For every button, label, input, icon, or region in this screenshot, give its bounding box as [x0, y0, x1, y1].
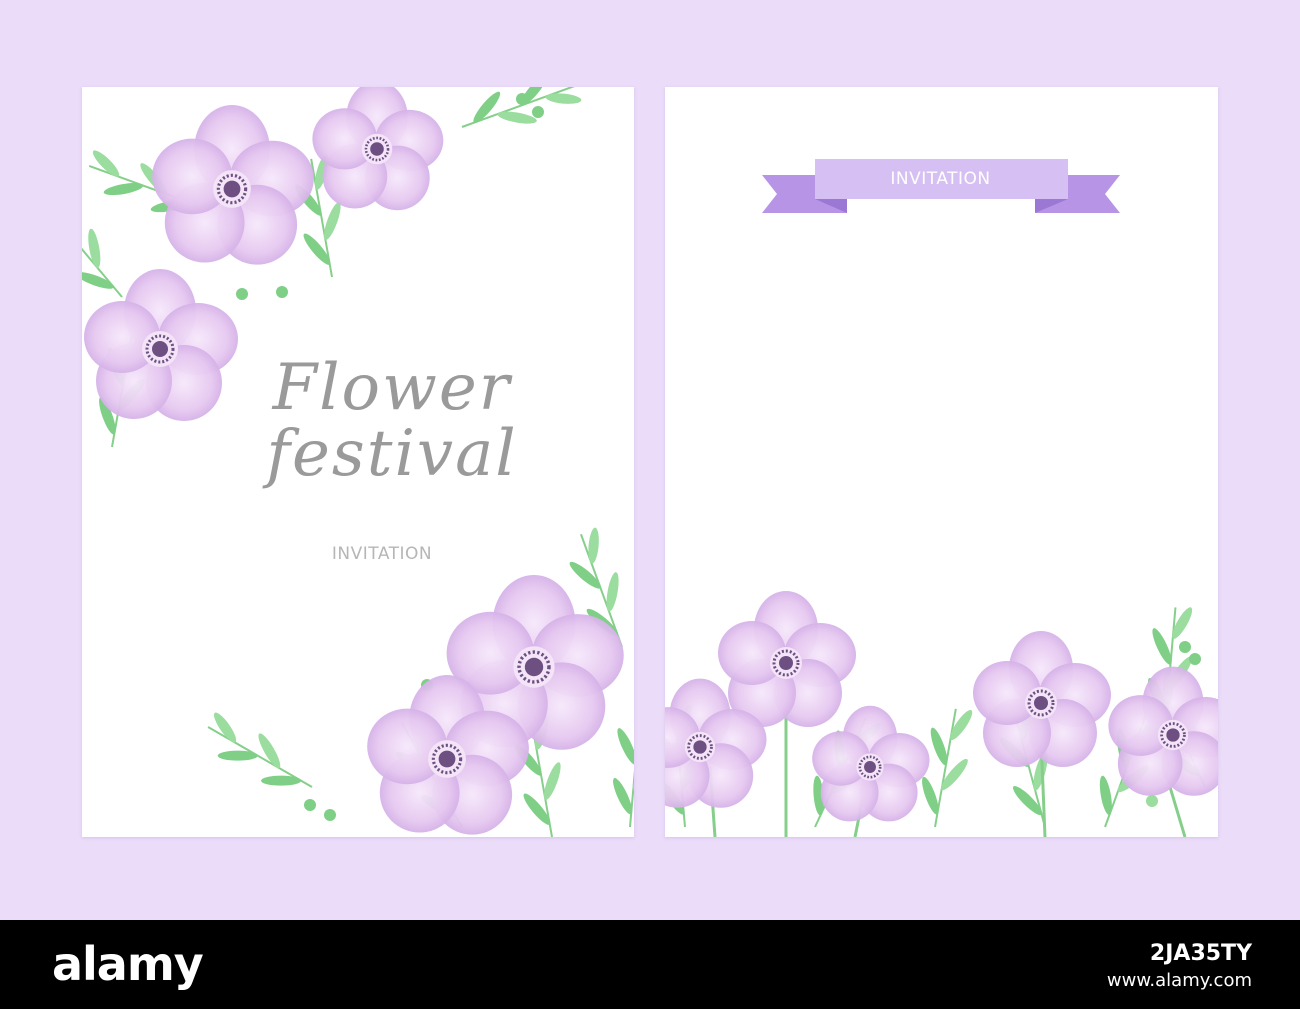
title-line-1: Flower — [272, 351, 512, 425]
anemone-flower — [1106, 665, 1218, 798]
watermark-url: www.alamy.com — [1106, 970, 1252, 991]
ribbon-label: INVITATION — [890, 169, 991, 189]
page-title: Flower festival — [232, 355, 552, 487]
anemone-flower — [716, 589, 858, 729]
title-line-2: festival — [266, 417, 518, 491]
watermark-logo: alamy — [52, 937, 204, 991]
invitation-subtitle: INVITATION — [331, 544, 433, 564]
watermark-image-id: 2JA35TY — [1149, 941, 1252, 966]
anemone-flower — [810, 704, 931, 823]
invitation-front-card: Flower festival INVITATION — [82, 87, 634, 837]
anemone-flower — [150, 103, 316, 267]
anemone-flower — [311, 87, 445, 212]
anemone-flower — [971, 629, 1113, 769]
invitation-back-card: INVITATION — [665, 87, 1218, 837]
back-floral-illustration — [665, 159, 1218, 837]
anemone-flower — [82, 267, 240, 423]
